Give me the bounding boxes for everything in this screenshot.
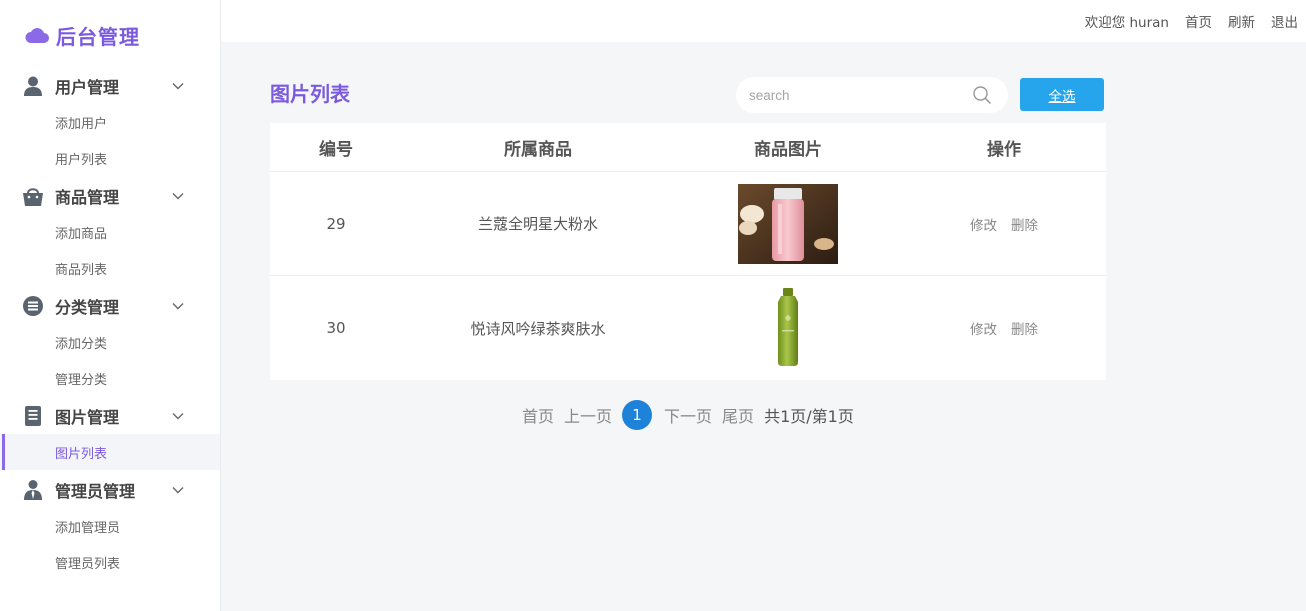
sidebar-item-add-user[interactable]: 添加用户	[0, 104, 220, 140]
menu-group-admins: 管理员管理 添加管理员 管理员列表	[0, 472, 220, 580]
next-page-link[interactable]: 下一页	[664, 403, 712, 427]
menu-head-images[interactable]: 图片管理	[0, 398, 220, 434]
menu-head-label: 用户管理	[55, 78, 120, 97]
menu-head-label: 商品管理	[55, 188, 120, 207]
menu-group-images: 图片管理 图片列表	[0, 398, 220, 470]
select-all-button[interactable]: 全选	[1020, 78, 1104, 111]
sidebar-item-add-product[interactable]: 添加商品	[0, 214, 220, 250]
col-header-actions: 操作	[987, 139, 1021, 160]
cell-product: 悦诗风吟绿茶爽肤水	[470, 319, 606, 338]
brand-title: 后台管理	[56, 24, 140, 49]
welcome-user[interactable]: 欢迎您 huran	[1085, 11, 1169, 31]
sidebar-item-user-list[interactable]: 用户列表	[0, 140, 220, 176]
basket-icon	[23, 188, 43, 206]
delete-link[interactable]: 删除	[1011, 318, 1038, 338]
chevron-down-icon	[172, 303, 184, 310]
col-header-id: 编号	[319, 139, 353, 160]
sidebar-item-add-admin[interactable]: 添加管理员	[0, 508, 220, 544]
edit-link[interactable]: 修改	[970, 318, 997, 338]
cloud-icon	[25, 28, 49, 43]
menu-head-users[interactable]: 用户管理	[0, 68, 220, 104]
page-title: 图片列表	[270, 82, 350, 106]
admin-icon	[24, 480, 42, 500]
list-circle-icon	[23, 296, 43, 316]
search-input[interactable]	[749, 87, 969, 103]
cell-actions: 修改 删除	[902, 276, 1106, 380]
search-box	[736, 77, 1008, 113]
delete-link[interactable]: 删除	[1011, 214, 1038, 234]
green-tea-toner-bottle-image	[738, 288, 838, 368]
menu-head-label: 管理员管理	[55, 482, 136, 501]
refresh-link[interactable]: 刷新	[1228, 11, 1255, 31]
sidebar-item-admin-list[interactable]: 管理员列表	[0, 544, 220, 580]
first-page-link[interactable]: 首页	[522, 403, 554, 427]
sidebar-item-image-list[interactable]: 图片列表	[0, 434, 220, 470]
menu-head-label: 图片管理	[55, 408, 120, 427]
cell-actions: 修改 删除	[902, 172, 1106, 275]
menu-group-categories: 分类管理 添加分类 管理分类	[0, 288, 220, 396]
cell-image	[674, 276, 902, 380]
page-total: 共1页/第1页	[764, 407, 854, 426]
home-link[interactable]: 首页	[1185, 11, 1212, 31]
col-header-image: 商品图片	[754, 139, 822, 160]
chevron-down-icon	[172, 487, 184, 494]
pink-toner-bottle-image	[738, 183, 838, 264]
pagination: 首页 上一页 1 下一页 尾页 共1页/第1页	[522, 400, 854, 430]
cell-image	[674, 172, 902, 275]
image-table: 编号 所属商品 商品图片 操作 29 兰蔻全明星大粉水 修改 删除 30 悦诗风…	[270, 123, 1106, 380]
table-header: 编号 所属商品 商品图片 操作	[270, 123, 1106, 172]
table-row: 30 悦诗风吟绿茶爽肤水 修改 删除	[270, 276, 1106, 380]
topbar: 欢迎您 huran 首页 刷新 退出	[221, 0, 1306, 42]
cell-id: 30	[326, 319, 346, 337]
brand[interactable]: 后台管理	[24, 20, 140, 50]
search-icon[interactable]	[972, 85, 992, 105]
top-links: 欢迎您 huran 首页 刷新 退出	[1085, 0, 1298, 42]
cell-id: 29	[326, 214, 346, 233]
menu-head-products[interactable]: 商品管理	[0, 178, 220, 214]
document-icon	[25, 406, 41, 426]
last-page-link[interactable]: 尾页	[722, 403, 754, 427]
sidebar-item-add-category[interactable]: 添加分类	[0, 324, 220, 360]
sidebar-item-manage-category[interactable]: 管理分类	[0, 360, 220, 396]
menu-head-label: 分类管理	[55, 298, 120, 317]
menu-group-products: 商品管理 添加商品 商品列表	[0, 178, 220, 286]
chevron-down-icon	[172, 193, 184, 200]
logout-link[interactable]: 退出	[1271, 11, 1298, 31]
edit-link[interactable]: 修改	[970, 214, 997, 234]
chevron-down-icon	[172, 413, 184, 420]
sidebar-item-product-list[interactable]: 商品列表	[0, 250, 220, 286]
current-page[interactable]: 1	[622, 400, 653, 430]
chevron-down-icon	[172, 83, 184, 90]
prev-page-link[interactable]: 上一页	[564, 403, 612, 427]
menu-head-categories[interactable]: 分类管理	[0, 288, 220, 324]
user-icon	[24, 76, 42, 96]
menu-group-users: 用户管理 添加用户 用户列表	[0, 68, 220, 176]
sidebar: 后台管理 用户管理 添加用户 用户列表 商品管理 添加商品 商品列表 分类管理 …	[0, 0, 221, 611]
col-header-product: 所属商品	[504, 139, 572, 160]
cell-product: 兰蔻全明星大粉水	[477, 215, 598, 233]
menu-head-admins[interactable]: 管理员管理	[0, 472, 220, 508]
table-row: 29 兰蔻全明星大粉水 修改 删除	[270, 172, 1106, 276]
